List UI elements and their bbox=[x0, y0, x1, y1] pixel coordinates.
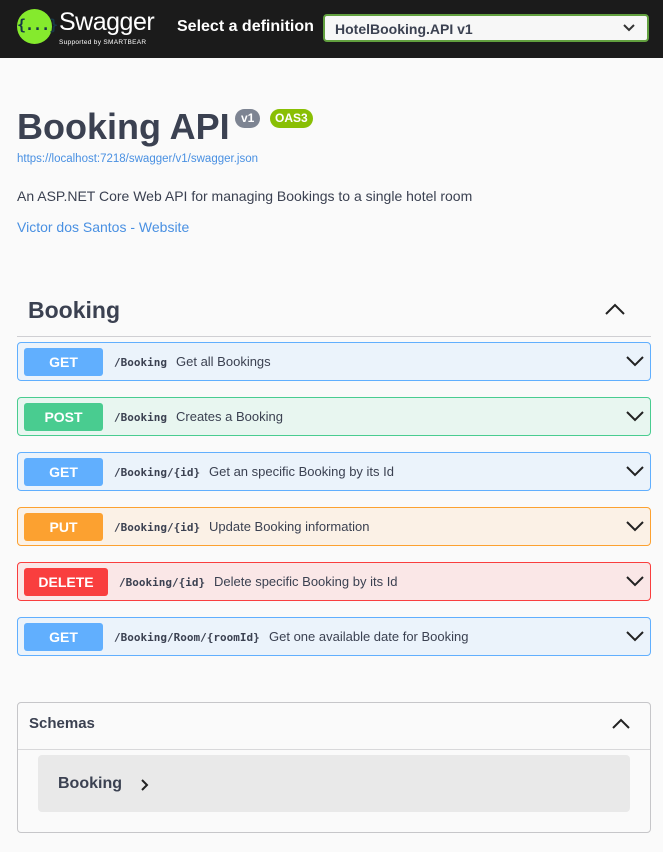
chevron-up-icon[interactable] bbox=[604, 302, 626, 316]
operation-path: /Booking/Room/{roomId} bbox=[114, 631, 260, 644]
schemas-divider bbox=[18, 749, 650, 750]
method-badge: DELETE bbox=[24, 568, 108, 596]
operation-put-booking[interactable]: PUT /Booking/{id} Update Booking informa… bbox=[17, 507, 651, 546]
model-booking[interactable]: Booking bbox=[38, 755, 630, 812]
chevron-down-icon[interactable] bbox=[626, 520, 644, 532]
operation-post-booking[interactable]: POST /Booking Creates a Booking bbox=[17, 397, 651, 436]
schemas-section: Schemas Booking bbox=[17, 702, 651, 833]
contact-link[interactable]: Victor dos Santos - Website bbox=[17, 219, 189, 235]
schemas-title[interactable]: Schemas bbox=[29, 715, 95, 732]
tag-divider bbox=[17, 336, 651, 337]
operation-get-booking[interactable]: GET /Booking Get all Bookings bbox=[17, 342, 651, 381]
definition-select-label: Select a definition bbox=[177, 18, 314, 35]
operation-path: /Booking/{id} bbox=[114, 466, 201, 479]
definition-select-value: HotelBooking.API v1 bbox=[335, 21, 473, 37]
method-badge: GET bbox=[24, 623, 103, 651]
operation-summary: Delete specific Booking by its Id bbox=[214, 574, 398, 589]
method-badge: GET bbox=[24, 348, 103, 376]
oas-badge: OAS3 bbox=[270, 109, 313, 128]
api-title: Booking API bbox=[17, 106, 230, 147]
chevron-down-icon[interactable] bbox=[626, 575, 644, 587]
operation-path: /Booking bbox=[114, 411, 167, 424]
operation-summary: Creates a Booking bbox=[176, 409, 283, 424]
top-bar: {...} Swagger Supported by SMARTBEAR Sel… bbox=[0, 0, 663, 58]
operation-get-room-availability[interactable]: GET /Booking/Room/{roomId} Get one avail… bbox=[17, 617, 651, 656]
operation-path: /Booking/{id} bbox=[119, 576, 206, 589]
chevron-down-icon[interactable] bbox=[626, 355, 644, 367]
operation-summary: Get one available date for Booking bbox=[269, 629, 469, 644]
spec-url-link[interactable]: https://localhost:7218/swagger/v1/swagge… bbox=[17, 153, 258, 165]
operation-path: /Booking bbox=[114, 356, 167, 369]
logo-name[interactable]: Swagger bbox=[59, 8, 155, 37]
logo-subtitle: Supported by SMARTBEAR bbox=[59, 39, 147, 46]
chevron-down-icon bbox=[623, 24, 635, 32]
method-badge: PUT bbox=[24, 513, 103, 541]
chevron-right-icon[interactable] bbox=[141, 779, 149, 791]
operation-summary: Update Booking information bbox=[209, 519, 370, 534]
version-badge: v1 bbox=[235, 109, 261, 128]
method-badge: POST bbox=[24, 403, 103, 431]
operation-summary: Get all Bookings bbox=[176, 354, 271, 369]
logo-symbol: {...} bbox=[17, 16, 58, 34]
api-description: An ASP.NET Core Web API for managing Boo… bbox=[17, 188, 473, 204]
tag-title[interactable]: Booking bbox=[28, 297, 120, 324]
model-name: Booking bbox=[58, 775, 122, 792]
definition-select[interactable]: HotelBooking.API v1 bbox=[323, 14, 649, 42]
chevron-down-icon[interactable] bbox=[626, 630, 644, 642]
chevron-down-icon[interactable] bbox=[626, 410, 644, 422]
method-badge: GET bbox=[24, 458, 103, 486]
chevron-up-icon[interactable] bbox=[612, 718, 630, 730]
chevron-down-icon[interactable] bbox=[626, 465, 644, 477]
swagger-logo-icon[interactable]: {...} bbox=[17, 9, 58, 44]
operation-path: /Booking/{id} bbox=[114, 521, 201, 534]
operation-summary: Get an specific Booking by its Id bbox=[209, 464, 394, 479]
operation-delete-booking[interactable]: DELETE /Booking/{id} Delete specific Boo… bbox=[17, 562, 651, 601]
operation-get-booking-by-id[interactable]: GET /Booking/{id} Get an specific Bookin… bbox=[17, 452, 651, 491]
